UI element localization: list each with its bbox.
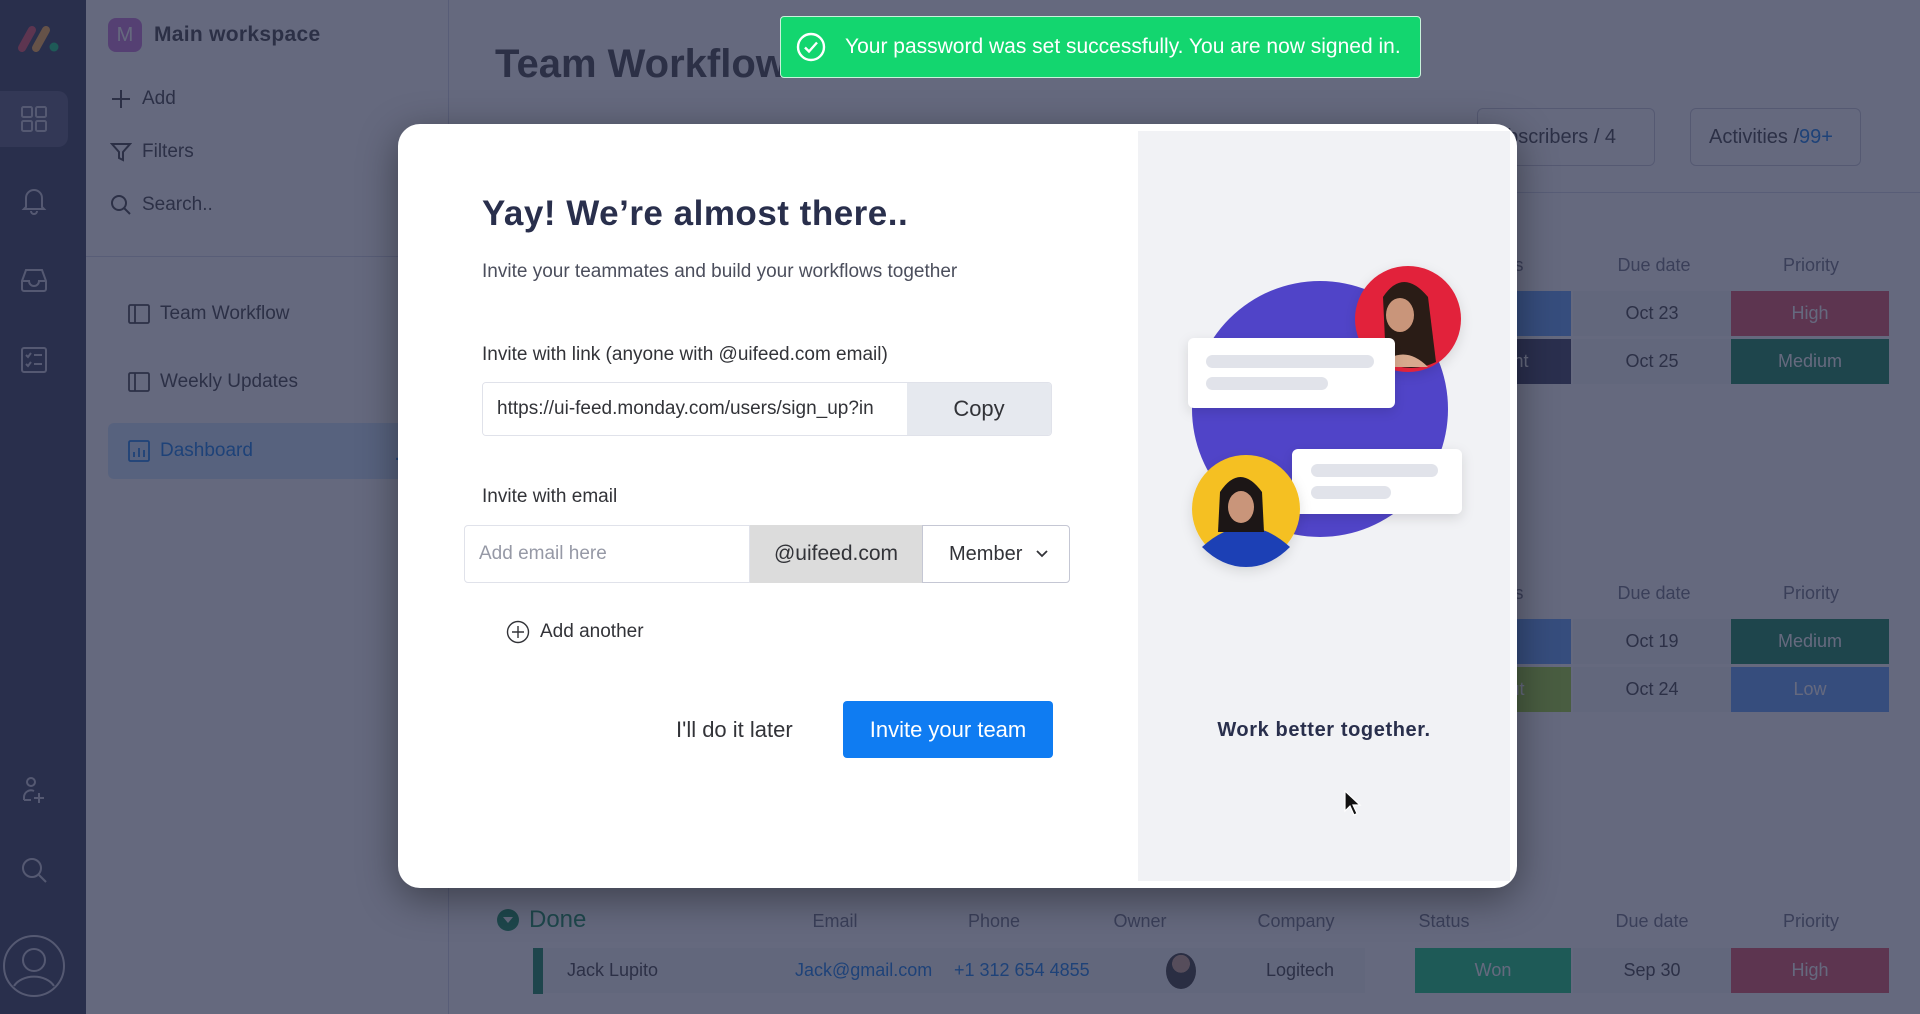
invite-link-group: Copy [482, 382, 1052, 436]
mouse-cursor-icon [1344, 790, 1362, 816]
email-domain: @uifeed.com [750, 525, 922, 583]
team-illustration [1188, 266, 1462, 567]
toast-message: Your password was set successfully. You … [845, 35, 1401, 58]
modal-title: Yay! We’re almost there.. [482, 194, 909, 233]
add-another-button[interactable]: Add another [506, 620, 644, 644]
modal-subtitle: Invite your teammates and build your wor… [482, 261, 958, 282]
modal-illustration-pane: Work better together. [1138, 131, 1510, 881]
invite-email-row: @uifeed.com Member [464, 525, 1070, 583]
role-dropdown[interactable]: Member [922, 525, 1070, 583]
plus-circle-icon [506, 620, 530, 644]
invite-team-button[interactable]: Invite your team [843, 701, 1053, 758]
invite-team-modal: Yay! We’re almost there.. Invite your te… [398, 124, 1517, 888]
invite-link-label: Invite with link (anyone with @uifeed.co… [482, 344, 888, 365]
invite-email-label: Invite with email [482, 486, 618, 507]
modal-tagline: Work better together. [1217, 719, 1431, 741]
add-another-label: Add another [540, 621, 644, 642]
check-circle-icon [796, 32, 826, 62]
do-it-later-button[interactable]: I'll do it later [676, 702, 793, 758]
invite-link-input[interactable] [483, 383, 907, 435]
chat-bubble-top [1188, 338, 1395, 408]
chevron-down-icon [1036, 550, 1048, 558]
role-value: Member [949, 542, 1023, 565]
success-toast: Your password was set successfully. You … [780, 16, 1421, 78]
avatar-yellow [1192, 455, 1300, 567]
copy-link-button[interactable]: Copy [907, 383, 1051, 435]
email-input[interactable] [464, 525, 750, 583]
modal-form-pane: Yay! We’re almost there.. Invite your te… [398, 124, 1138, 888]
chat-bubble-bottom [1292, 449, 1462, 514]
